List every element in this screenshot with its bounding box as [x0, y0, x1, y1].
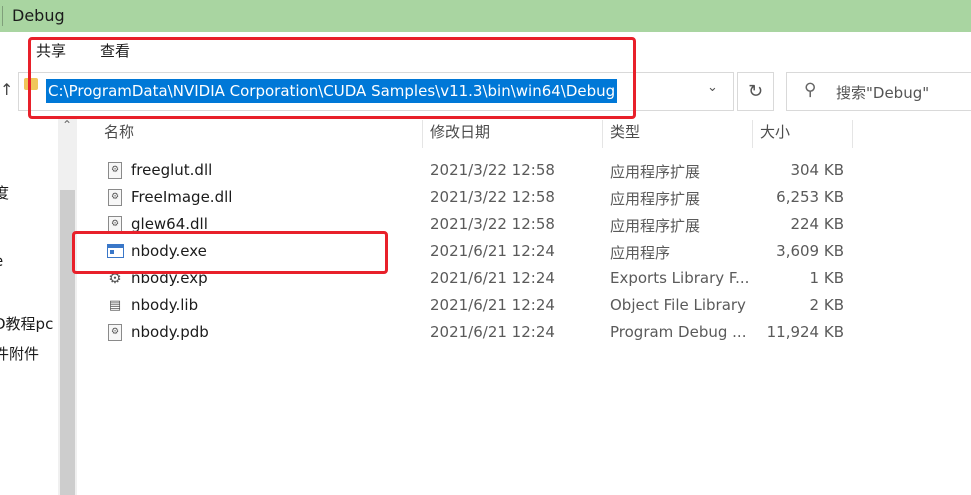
file-size: 1 KB — [809, 269, 844, 287]
file-row[interactable]: ⚙ nbody.exp 2021/6/21 12:24 Exports Libr… — [100, 266, 860, 293]
search-icon: ⚲ — [804, 80, 817, 100]
refresh-button[interactable]: ↻ — [737, 72, 774, 111]
file-size: 3,609 KB — [776, 242, 844, 260]
file-type: Exports Library F... — [610, 269, 750, 287]
file-row[interactable]: ⚙ glew64.dll 2021/3/22 12:58 应用程序扩展 224 … — [100, 212, 860, 239]
tab-view[interactable]: 查看 — [100, 40, 130, 61]
file-name: nbody.lib — [131, 296, 199, 314]
window-title: Debug — [12, 6, 65, 25]
file-size: 2 KB — [809, 296, 844, 314]
dll-file-icon: ⚙ — [108, 162, 122, 179]
column-header-date[interactable]: 修改日期 — [430, 116, 490, 148]
file-name: nbody.exe — [131, 242, 207, 260]
file-type: Object File Library — [610, 296, 746, 314]
file-date: 2021/6/21 12:24 — [430, 323, 555, 341]
nav-item[interactable]: 度 — [0, 182, 9, 203]
column-header-name[interactable]: 名称 — [104, 116, 134, 148]
title-separator — [2, 6, 3, 26]
file-name: freeglut.dll — [131, 161, 213, 179]
file-size: 6,253 KB — [776, 188, 844, 206]
file-row[interactable]: nbody.exe 2021/6/21 12:24 应用程序 3,609 KB — [100, 239, 860, 266]
exp-file-icon: ⚙ — [108, 270, 122, 287]
file-row[interactable]: ⚙ nbody.pdb 2021/6/21 12:24 Program Debu… — [100, 320, 860, 347]
file-date: 2021/3/22 12:58 — [430, 215, 555, 233]
lib-file-icon: ▤ — [108, 298, 122, 313]
file-type: 应用程序扩展 — [610, 217, 701, 235]
column-header-type[interactable]: 类型 — [610, 116, 640, 148]
file-name: nbody.exp — [131, 269, 208, 287]
file-size: 11,924 KB — [766, 323, 844, 341]
file-date: 2021/6/21 12:24 — [430, 269, 555, 287]
file-date: 2021/3/22 12:58 — [430, 161, 555, 179]
file-type: 应用程序扩展 — [610, 190, 701, 208]
file-row[interactable]: ▤ nbody.lib 2021/6/21 12:24 Object File … — [100, 293, 860, 320]
pdb-file-icon: ⚙ — [108, 324, 122, 341]
file-type: 应用程序 — [610, 244, 671, 262]
file-name: nbody.pdb — [131, 323, 209, 341]
file-name: FreeImage.dll — [131, 188, 233, 206]
file-date: 2021/6/21 12:24 — [430, 296, 555, 314]
scroll-thumb[interactable] — [60, 190, 75, 495]
up-arrow-icon[interactable]: ↑ — [0, 80, 13, 104]
ribbon: 共享 查看 — [0, 32, 971, 68]
nav-item[interactable]: 件附件 — [0, 343, 39, 364]
nav-item[interactable]: e — [0, 252, 3, 270]
file-size: 304 KB — [790, 161, 844, 179]
column-divider[interactable] — [752, 120, 753, 148]
navigation-pane: 度 e D教程pc 件附件 — [0, 116, 58, 495]
column-header-size[interactable]: 大小 — [760, 116, 790, 148]
title-bar: Debug — [0, 0, 971, 32]
refresh-icon: ↻ — [747, 81, 764, 102]
nav-item[interactable]: D教程pc — [0, 313, 53, 334]
file-size: 224 KB — [790, 215, 844, 233]
dll-file-icon: ⚙ — [108, 189, 122, 206]
tab-share[interactable]: 共享 — [36, 40, 66, 61]
exe-file-icon — [107, 244, 124, 258]
folder-icon — [24, 78, 38, 90]
column-divider[interactable] — [422, 120, 423, 148]
file-date: 2021/6/21 12:24 — [430, 242, 555, 260]
address-path[interactable]: C:\ProgramData\NVIDIA Corporation\CUDA S… — [46, 79, 618, 103]
dll-file-icon: ⚙ — [108, 216, 122, 233]
file-row[interactable]: ⚙ FreeImage.dll 2021/3/22 12:58 应用程序扩展 6… — [100, 185, 860, 212]
file-type: Program Debug ... — [610, 323, 747, 341]
file-date: 2021/3/22 12:58 — [430, 188, 555, 206]
file-type: 应用程序扩展 — [610, 163, 701, 181]
column-divider[interactable] — [602, 120, 603, 148]
file-row[interactable]: ⚙ freeglut.dll 2021/3/22 12:58 应用程序扩展 30… — [100, 158, 860, 185]
file-name: glew64.dll — [131, 215, 208, 233]
search-placeholder: 搜索"Debug" — [836, 84, 930, 102]
scroll-up-icon[interactable]: ⌃ — [62, 118, 72, 132]
column-divider[interactable] — [852, 120, 853, 148]
chevron-down-icon[interactable]: ⌄ — [707, 80, 718, 95]
